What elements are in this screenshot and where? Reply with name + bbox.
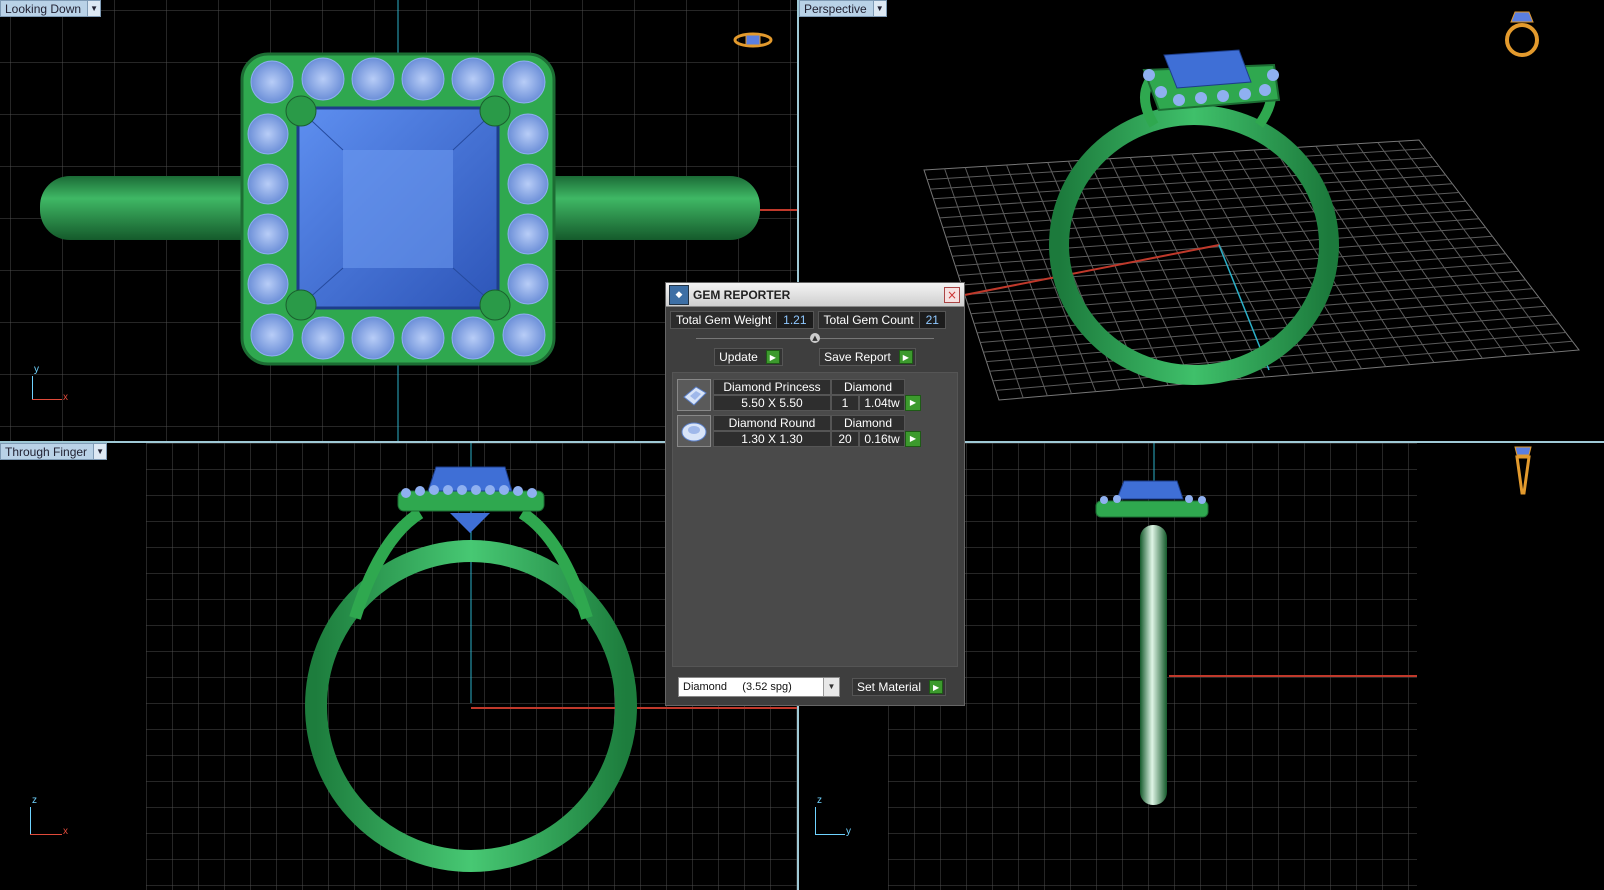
viewport-label-perspective[interactable]: Perspective ▼	[799, 0, 887, 17]
axis-label-y: y	[846, 826, 851, 837]
round-gem-icon	[677, 415, 711, 447]
chevron-down-icon[interactable]: ▼	[872, 1, 886, 16]
gem-size: 1.30 X 1.30	[713, 431, 831, 447]
gem-row-round[interactable]: Diamond Round Diamond 1.30 X 1.30 20 0.1…	[677, 415, 953, 447]
material-select[interactable]: Diamond (3.52 spg) ▼	[678, 677, 840, 697]
play-arrow-icon[interactable]: ▶	[929, 680, 944, 694]
axis-indicator: y x	[30, 364, 80, 404]
princess-gem-icon	[677, 379, 711, 411]
ring-side-view-icon[interactable]	[1507, 443, 1539, 499]
chevron-down-icon[interactable]: ▼	[93, 444, 107, 459]
total-gem-weight-value: 1.21	[776, 312, 813, 328]
gem-reporter-titlebar[interactable]: ◆ GEM REPORTER ×	[666, 283, 964, 307]
total-gem-count-value: 21	[918, 312, 945, 328]
material-controls: Diamond (3.52 spg) ▼ Set Material ▶	[666, 667, 964, 707]
play-arrow-icon[interactable]: ▶	[765, 350, 780, 364]
gem-material: Diamond	[831, 415, 905, 431]
axis-indicator: z y	[813, 795, 863, 840]
gem-row-princess[interactable]: Diamond Princess Diamond 5.50 X 5.50 1 1…	[677, 379, 953, 411]
ring-perspective-icon[interactable]	[1501, 8, 1543, 60]
play-arrow-icon[interactable]: ▶	[905, 395, 921, 411]
material-select-value: Diamond (3.52 spg)	[683, 681, 792, 693]
axis-label-x: x	[63, 392, 68, 403]
axis-label-y: y	[34, 364, 39, 375]
gem-reporter-app-icon: ◆	[669, 284, 689, 305]
viewport-label-text: Through Finger	[5, 444, 88, 459]
ring-top-view-icon[interactable]	[732, 28, 774, 52]
gem-reporter-panel: ◆ GEM REPORTER × Total Gem Weight 1.21 T…	[665, 282, 965, 706]
total-gem-weight: Total Gem Weight 1.21	[670, 311, 814, 329]
gem-info: Diamond Princess Diamond 5.50 X 5.50 1 1…	[713, 379, 953, 411]
gem-size: 5.50 X 5.50	[713, 395, 831, 411]
play-arrow-icon[interactable]: ▶	[905, 431, 921, 447]
gem-weight: 0.16tw	[859, 431, 905, 447]
play-arrow-icon[interactable]: ▶	[898, 350, 913, 364]
set-material-button[interactable]: Set Material ▶	[852, 678, 947, 696]
gem-material: Diamond	[831, 379, 905, 395]
axis-label-x: x	[63, 826, 68, 837]
viewport-label-text: Perspective	[804, 1, 867, 16]
axis-label-z: z	[32, 795, 37, 806]
update-button[interactable]: Update ▶	[714, 348, 783, 366]
chevron-down-icon[interactable]: ▼	[823, 678, 839, 696]
save-report-button-label: Save Report	[824, 350, 891, 364]
chevron-down-icon[interactable]: ▼	[87, 1, 101, 16]
gem-list[interactable]: Diamond Princess Diamond 5.50 X 5.50 1 1…	[672, 372, 958, 667]
gem-info: Diamond Round Diamond 1.30 X 1.30 20 0.1…	[713, 415, 953, 447]
close-button[interactable]: ×	[944, 286, 960, 303]
gem-name: Diamond Princess	[713, 379, 831, 395]
axis-indicator: z x	[28, 795, 78, 840]
grid-line	[1397, 140, 1556, 353]
gem-reporter-title: GEM REPORTER	[693, 287, 791, 302]
update-button-label: Update	[719, 350, 758, 364]
chevron-up-icon[interactable]: ▲	[810, 333, 820, 343]
grid-line	[1377, 142, 1532, 355]
viewport-label-through-finger[interactable]: Through Finger ▼	[0, 443, 108, 460]
save-report-button[interactable]: Save Report ▶	[819, 348, 916, 366]
total-gem-count-label: Total Gem Count	[823, 313, 914, 327]
viewport-label-text: Looking Down	[5, 1, 82, 16]
viewport-label-looking-down[interactable]: Looking Down ▼	[0, 0, 102, 17]
total-gem-count: Total Gem Count 21	[817, 311, 946, 329]
collapse-toggle[interactable]: ▲	[696, 333, 934, 343]
gem-count: 1	[831, 395, 859, 411]
gem-name: Diamond Round	[713, 415, 831, 431]
gem-count: 20	[831, 431, 859, 447]
total-gem-weight-label: Total Gem Weight	[676, 313, 772, 327]
set-material-button-label: Set Material	[857, 680, 922, 694]
report-actions: Update ▶ Save Report ▶	[666, 343, 964, 372]
close-icon: ×	[946, 287, 958, 302]
gem-weight: 1.04tw	[859, 395, 905, 411]
axis-label-z: z	[817, 795, 822, 806]
gem-totals: Total Gem Weight 1.21 Total Gem Count 21	[666, 307, 964, 333]
